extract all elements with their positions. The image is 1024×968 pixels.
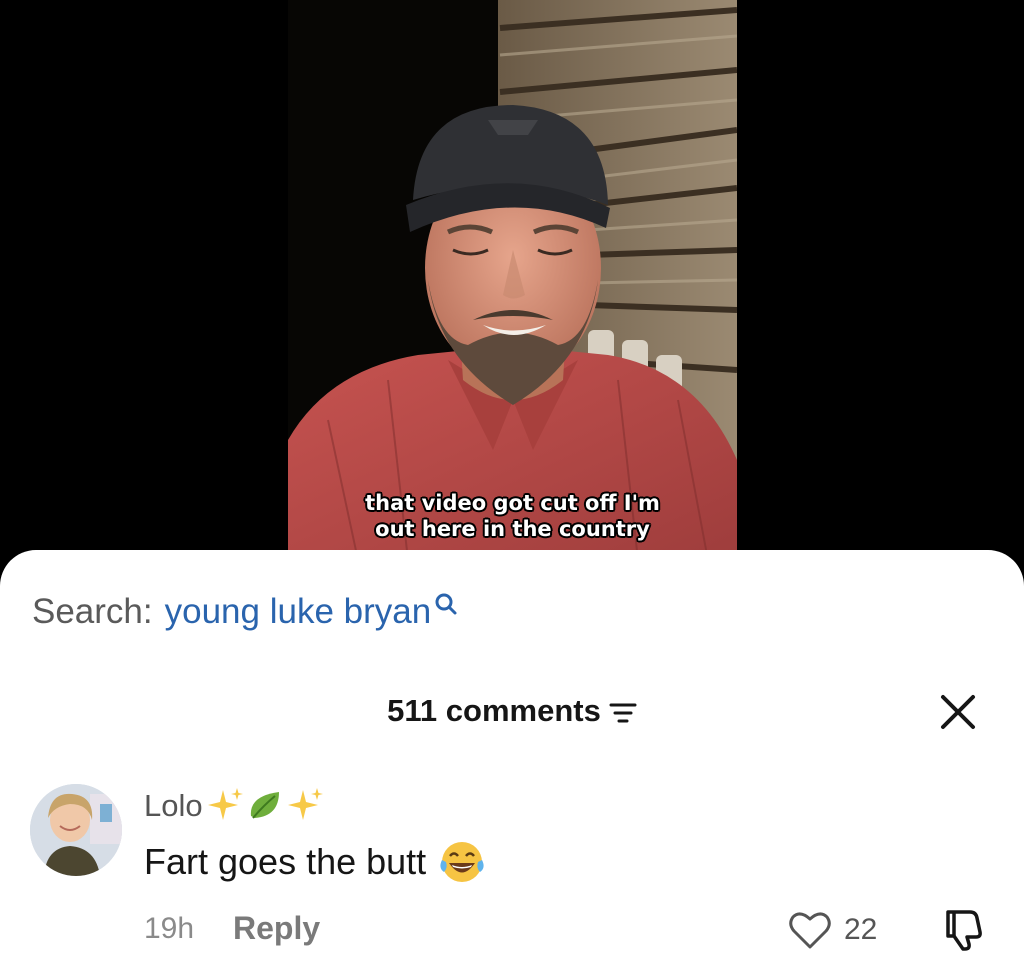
search-icon[interactable]	[433, 591, 459, 619]
leaf-icon	[250, 792, 279, 819]
reply-button[interactable]: Reply	[233, 910, 320, 947]
close-icon[interactable]	[938, 692, 978, 732]
heart-icon[interactable]	[788, 910, 832, 950]
video-still	[288, 0, 737, 560]
caption-line-1: that video got cut off I'm	[365, 491, 660, 515]
like-button[interactable]: 22	[788, 910, 877, 950]
app-root: that video got cut off I'm out here in t…	[0, 0, 1024, 968]
search-query-link[interactable]: young luke bryan	[165, 592, 432, 632]
video-caption: that video got cut off I'm out here in t…	[288, 490, 737, 542]
avatar[interactable]	[30, 784, 122, 876]
video-frame[interactable]: that video got cut off I'm out here in t…	[288, 0, 737, 560]
face-with-tears-of-joy-icon	[440, 842, 484, 882]
username-emoji	[205, 786, 325, 826]
comment-username[interactable]: Lolo	[144, 786, 325, 826]
search-suggestion[interactable]: Search: young luke bryan	[32, 590, 459, 634]
like-count: 22	[844, 913, 878, 946]
search-prefix-label: Search:	[32, 592, 153, 631]
video-player[interactable]: that video got cut off I'm out here in t…	[0, 0, 1024, 600]
comments-count-title: 511 comments	[387, 693, 601, 728]
sparkles-icon	[287, 788, 323, 820]
sparkles-icon	[207, 788, 243, 820]
comments-sheet: Search: young luke bryan 511 comments Lo…	[0, 550, 1024, 968]
thumbs-down-icon[interactable]	[940, 906, 986, 952]
comment-item: Lolo Fart goes the butt 19h Reply 22	[30, 782, 1000, 962]
sort-icon[interactable]	[609, 700, 637, 726]
comment-timestamp: 19h	[144, 912, 195, 945]
caption-line-2: out here in the country	[375, 517, 650, 541]
comment-text: Fart goes the butt	[144, 841, 427, 882]
comment-body: Fart goes the butt	[144, 838, 486, 886]
comments-header: 511 comments	[0, 689, 1024, 733]
username-text: Lolo	[144, 788, 203, 823]
